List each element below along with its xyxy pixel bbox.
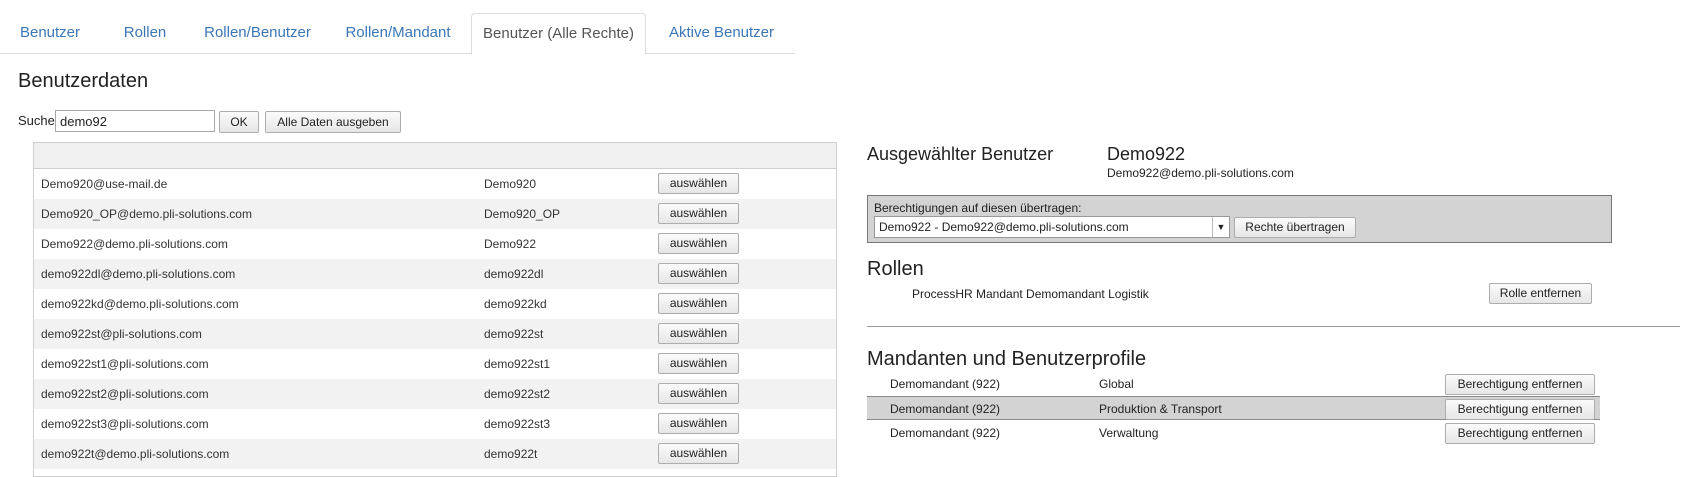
selected-user-email: Demo922@demo.pli-solutions.com bbox=[1107, 166, 1294, 180]
selected-user-name: Demo922 bbox=[1107, 144, 1186, 164]
all-data-button[interactable]: Alle Daten ausgeben bbox=[265, 111, 401, 133]
user-email: demo922t@demo.pli-solutions.com bbox=[41, 447, 230, 461]
user-email: demo922kd@demo.pli-solutions.com bbox=[41, 297, 239, 311]
user-email: demo922st3@pli-solutions.com bbox=[41, 417, 209, 431]
mandant-name: Demomandant (922) bbox=[890, 377, 1001, 391]
tab-bar: Benutzer Rollen Rollen/Benutzer Rollen/M… bbox=[0, 13, 795, 55]
transfer-panel: Berechtigungen auf diesen übertragen: De… bbox=[867, 195, 1612, 243]
search-label: Suche bbox=[18, 113, 55, 128]
tab-rollen[interactable]: Rollen bbox=[100, 13, 190, 54]
select-button[interactable]: auswählen bbox=[658, 323, 739, 344]
select-button[interactable]: auswählen bbox=[658, 383, 739, 404]
selected-user-label: Ausgewählter Benutzer bbox=[867, 144, 1054, 164]
user-email: demo922st2@pli-solutions.com bbox=[41, 387, 209, 401]
remove-role-button[interactable]: Rolle entfernen bbox=[1489, 283, 1592, 304]
tab-rollen-mandant[interactable]: Rollen/Mandant bbox=[325, 13, 471, 54]
user-email: Demo922@demo.pli-solutions.com bbox=[41, 237, 228, 251]
table-row: Demo920@use-mail.de Demo920 auswählen bbox=[34, 169, 836, 199]
transfer-label: Berechtigungen auf diesen übertragen: bbox=[874, 201, 1082, 215]
user-name: Demo920_OP bbox=[484, 207, 561, 221]
tab-benutzer[interactable]: Benutzer bbox=[0, 13, 100, 54]
table-row: demo922st2@pli-solutions.com demo922st2 … bbox=[34, 379, 836, 409]
table-row: demo922dl@demo.pli-solutions.com demo922… bbox=[34, 259, 836, 289]
user-email: Demo920@use-mail.de bbox=[41, 177, 168, 191]
transfer-selected-value: Demo922 - Demo922@demo.pli-solutions.com bbox=[879, 220, 1129, 234]
table-row: Demo922@demo.pli-solutions.com Demo922 a… bbox=[34, 229, 836, 259]
table-row: demo922kd@demo.pli-solutions.com demo922… bbox=[34, 289, 836, 319]
mandant-name: Demomandant (922) bbox=[890, 426, 1001, 440]
table-row: demo922t@demo.pli-solutions.com demo922t… bbox=[34, 439, 836, 469]
select-button[interactable]: auswählen bbox=[658, 263, 739, 284]
tab-aktive-benutzer[interactable]: Aktive Benutzer bbox=[648, 13, 795, 54]
page-title: Benutzerdaten bbox=[18, 70, 149, 92]
profile-name: Produktion & Transport bbox=[1099, 402, 1222, 416]
mandant-row: Demomandant (922) Verwaltung Berechtigun… bbox=[867, 421, 1600, 445]
profile-name: Global bbox=[1099, 377, 1134, 391]
section-divider bbox=[867, 326, 1680, 327]
table-row: Demo920_OP@demo.pli-solutions.com Demo92… bbox=[34, 199, 836, 229]
select-button[interactable]: auswählen bbox=[658, 173, 739, 194]
tab-rollen-benutzer[interactable]: Rollen/Benutzer bbox=[190, 13, 325, 54]
user-name: demo922st3 bbox=[484, 417, 551, 431]
ok-button[interactable]: OK bbox=[219, 111, 259, 133]
table-row: demo922st3@pli-solutions.com demo922st3 … bbox=[34, 409, 836, 439]
transfer-rights-button[interactable]: Rechte übertragen bbox=[1234, 217, 1356, 238]
table-header bbox=[34, 143, 836, 169]
user-table: Demo920@use-mail.de Demo920 auswählen De… bbox=[33, 142, 837, 477]
user-name: Demo920 bbox=[484, 177, 537, 191]
tab-benutzer-alle-rechte[interactable]: Benutzer (Alle Rechte) bbox=[471, 13, 646, 55]
mandant-row: Demomandant (922) Produktion & Transport… bbox=[867, 396, 1600, 420]
user-name: demo922dl bbox=[484, 267, 544, 281]
mandanten-title: Mandanten und Benutzerprofile bbox=[867, 348, 1147, 370]
select-button[interactable]: auswählen bbox=[658, 443, 739, 464]
remove-permission-button[interactable]: Berechtigung entfernen bbox=[1445, 399, 1595, 420]
user-name: Demo922 bbox=[484, 237, 537, 251]
remove-permission-button[interactable]: Berechtigung entfernen bbox=[1445, 374, 1595, 395]
user-name: demo922st2 bbox=[484, 387, 551, 401]
mandant-name: Demomandant (922) bbox=[890, 402, 1001, 416]
profile-name: Verwaltung bbox=[1099, 426, 1159, 440]
user-email: demo922st@pli-solutions.com bbox=[41, 327, 202, 341]
select-button[interactable]: auswählen bbox=[658, 353, 739, 374]
select-button[interactable]: auswählen bbox=[658, 233, 739, 254]
mandant-row: Demomandant (922) Global Berechtigung en… bbox=[867, 372, 1600, 396]
table-row: demo922st@pli-solutions.com demo922st au… bbox=[34, 319, 836, 349]
select-button[interactable]: auswählen bbox=[658, 203, 739, 224]
user-name: demo922st bbox=[484, 327, 544, 341]
table-row: demo922st1@pli-solutions.com demo922st1 … bbox=[34, 349, 836, 379]
user-email: Demo920_OP@demo.pli-solutions.com bbox=[41, 207, 252, 221]
role-name: ProcessHR Mandant Demomandant Logistik bbox=[912, 287, 1149, 301]
user-name: demo922t bbox=[484, 447, 538, 461]
user-email: demo922st1@pli-solutions.com bbox=[41, 357, 209, 371]
select-button[interactable]: auswählen bbox=[658, 413, 739, 434]
transfer-user-select[interactable]: Demo922 - Demo922@demo.pli-solutions.com… bbox=[874, 216, 1230, 238]
user-email: demo922dl@demo.pli-solutions.com bbox=[41, 267, 236, 281]
user-name: demo922kd bbox=[484, 297, 547, 311]
dropdown-arrow-icon[interactable]: ▼ bbox=[1212, 217, 1229, 237]
select-button[interactable]: auswählen bbox=[658, 293, 739, 314]
user-name: demo922st1 bbox=[484, 357, 551, 371]
search-input[interactable] bbox=[55, 110, 215, 132]
remove-permission-button[interactable]: Berechtigung entfernen bbox=[1445, 423, 1595, 444]
roles-title: Rollen bbox=[867, 258, 924, 280]
